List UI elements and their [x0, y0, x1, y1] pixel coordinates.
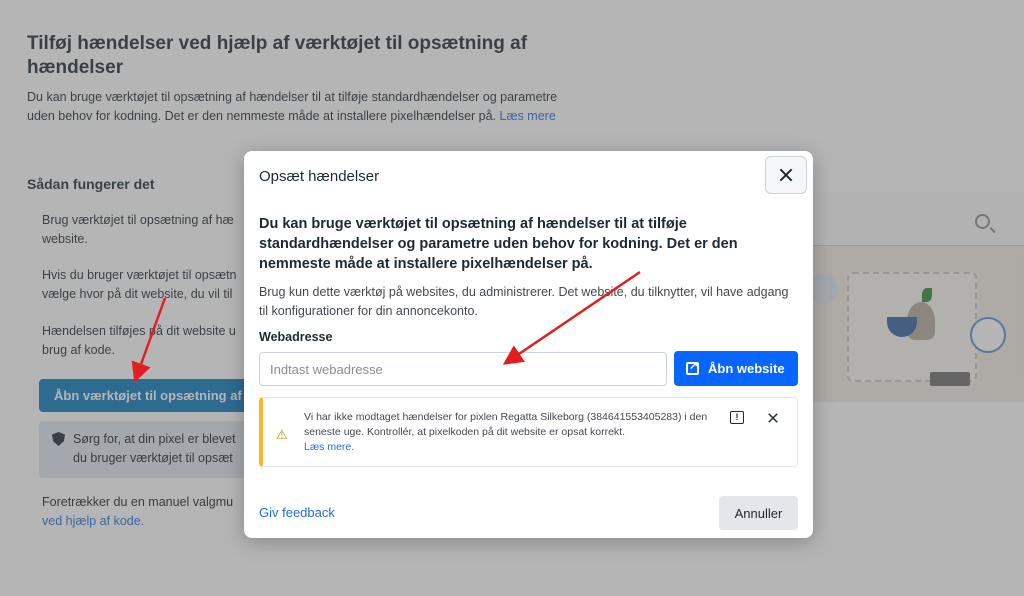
pixel-warning: ⚠ Vi har ikke modtaget hændelser for pix…	[259, 397, 798, 467]
give-feedback-link[interactable]: Giv feedback	[259, 505, 335, 520]
dialog-headline: Du kan bruge værktøjet til opsætning af …	[259, 216, 738, 272]
dialog-title: Opsæt hændelser	[259, 168, 380, 185]
warning-text: Vi har ikke modtaget hændelser for pixle…	[304, 410, 714, 455]
warning-message: Vi har ikke modtaget hændelser for pixle…	[304, 411, 708, 438]
dialog-description: Brug kun dette værktøj på websites, du a…	[259, 285, 789, 318]
external-link-icon	[686, 359, 699, 375]
open-website-button[interactable]: Åbn website	[674, 351, 798, 386]
url-input[interactable]	[259, 352, 667, 386]
feedback-icon[interactable]: !	[730, 411, 744, 424]
setup-events-dialog: Opsæt hændelser Du kan bruge værktøjet t…	[244, 151, 813, 538]
close-button[interactable]	[765, 156, 807, 194]
url-label: Webadresse	[259, 330, 333, 344]
cancel-button[interactable]: Annuller	[719, 496, 798, 530]
warning-icon: ⚠	[276, 427, 288, 442]
close-icon	[778, 167, 794, 183]
close-icon	[767, 412, 779, 424]
warning-read-more-link[interactable]: Læs mere.	[304, 440, 714, 455]
open-website-label: Åbn website	[708, 361, 785, 376]
dismiss-warning-button[interactable]	[767, 412, 779, 424]
